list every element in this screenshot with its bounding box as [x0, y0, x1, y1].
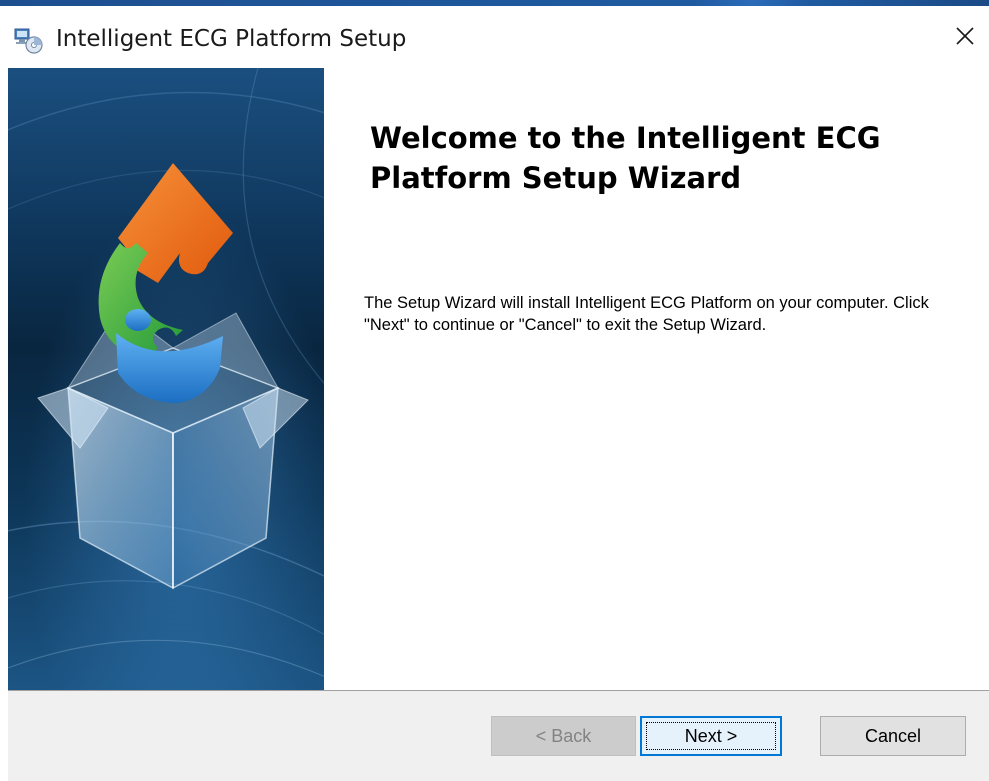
cancel-button-label: Cancel	[864, 725, 922, 746]
back-button-label: < Back	[535, 725, 592, 746]
wizard-content: Welcome to the Intelligent ECG Platform …	[324, 68, 989, 690]
setup-window: Intelligent ECG Platform Setup Welcome t…	[0, 0, 989, 781]
title-bar[interactable]: Intelligent ECG Platform Setup	[0, 6, 989, 68]
back-button[interactable]: < Back	[491, 716, 636, 756]
next-button-label: Next >	[684, 725, 738, 746]
window-title: Intelligent ECG Platform Setup	[56, 26, 407, 52]
close-icon	[955, 26, 975, 46]
wizard-banner-image	[8, 68, 324, 690]
welcome-description: The Setup Wizard will install Intelligen…	[364, 294, 929, 334]
button-bar: < Back Next > Cancel	[8, 691, 989, 781]
cancel-button[interactable]: Cancel	[820, 716, 966, 756]
next-button[interactable]: Next >	[640, 716, 782, 756]
close-button[interactable]	[941, 6, 989, 66]
installer-icon	[14, 28, 44, 54]
welcome-heading: Welcome to the Intelligent ECG Platform …	[370, 121, 881, 195]
